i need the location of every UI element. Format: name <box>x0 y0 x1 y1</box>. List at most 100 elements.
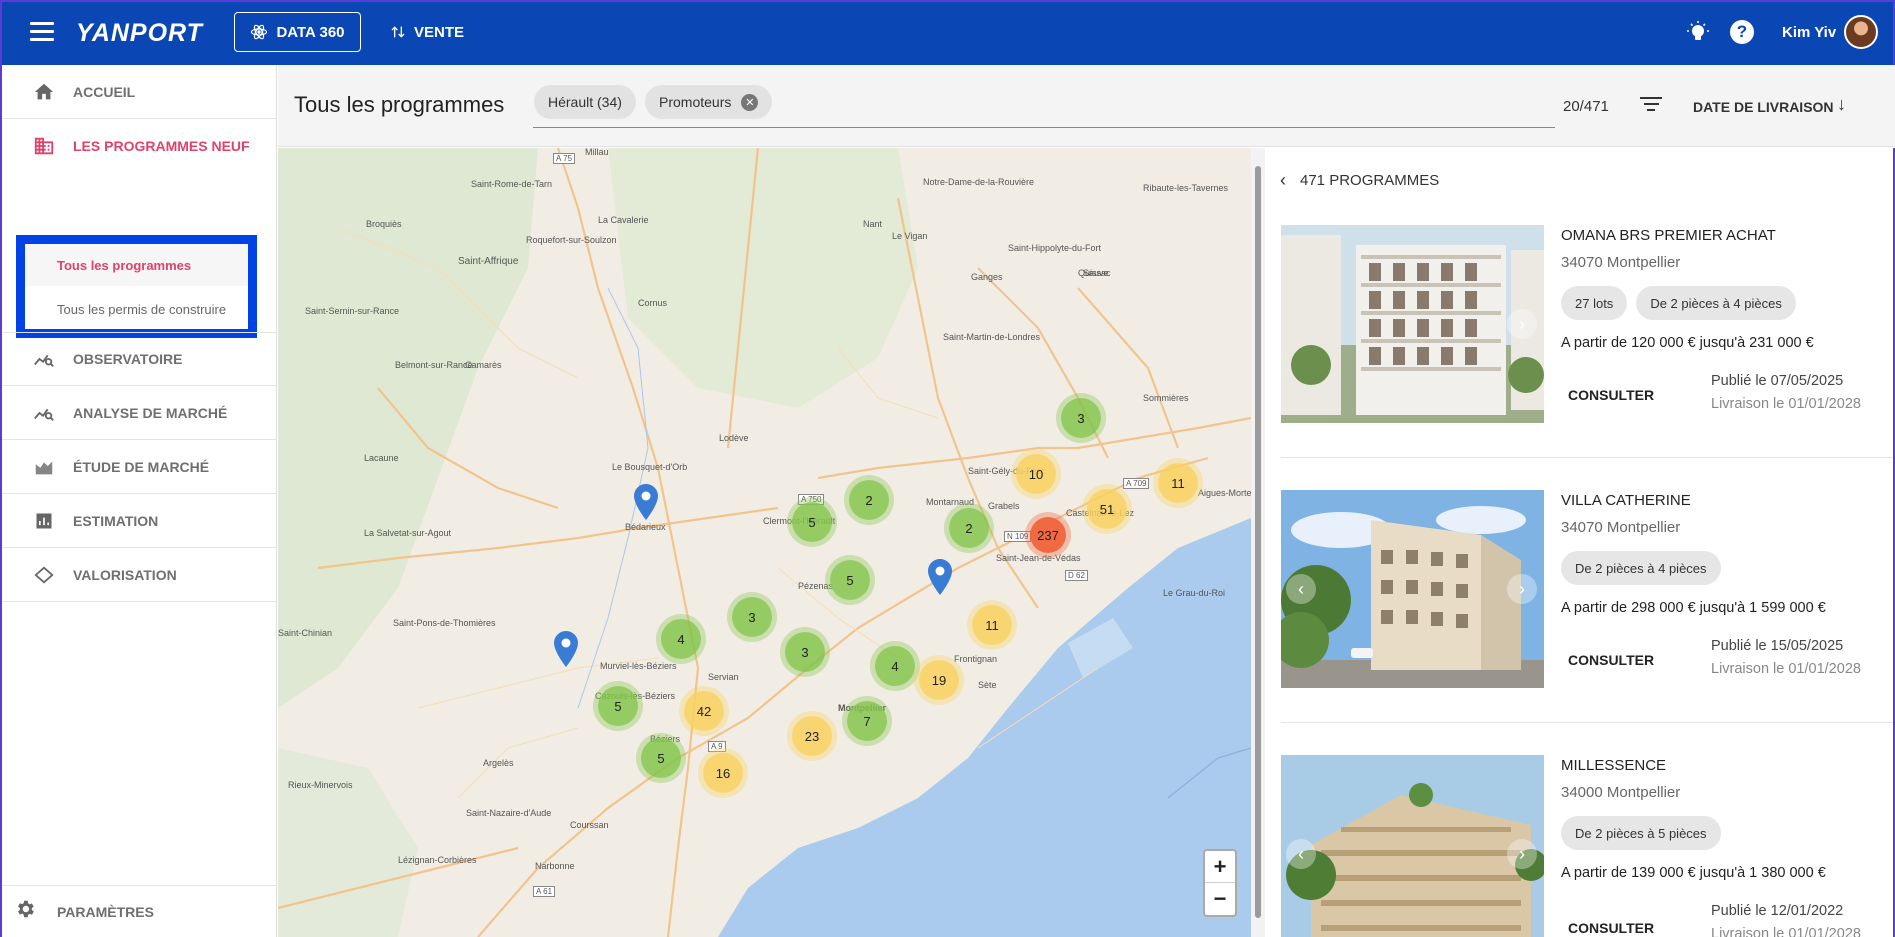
data360-label: DATA 360 <box>276 23 345 41</box>
map-cluster[interactable]: 16 <box>703 753 743 793</box>
data360-button[interactable]: DATA 360 <box>234 12 361 52</box>
divider <box>1281 722 1893 723</box>
road-badge: A 75 <box>553 153 576 164</box>
sidebar-item-estimation[interactable]: ESTIMATION <box>2 494 277 548</box>
map-label: Broquiès <box>366 219 402 229</box>
chevron-left-icon[interactable]: ‹ <box>1286 839 1316 869</box>
filter-input-underline[interactable] <box>533 127 1555 128</box>
sidebar: ACCUEIL LES PROGRAMMES NEUF Tous les pro… <box>0 65 277 937</box>
map-cluster[interactable]: 7 <box>847 701 887 741</box>
zoom-in-button[interactable]: + <box>1205 851 1235 883</box>
chevron-right-icon[interactable]: › <box>1507 309 1537 339</box>
road-badge: A 709 <box>1123 478 1150 489</box>
sidebar-item-label: ÉTUDE DE MARCHÉ <box>73 458 210 475</box>
divider <box>1281 457 1893 458</box>
filter-chip-promoteurs[interactable]: Promoteurs ✕ <box>645 85 773 119</box>
map-pin-icon[interactable] <box>928 559 952 595</box>
map-cluster[interactable]: 51 <box>1087 489 1127 529</box>
submenu-item-tous-programmes[interactable]: Tous les programmes <box>25 244 248 286</box>
map-label: Millau <box>585 148 609 157</box>
lightbulb-icon[interactable] <box>1685 19 1711 45</box>
program-title[interactable]: MILLESSENCE <box>1561 757 1666 774</box>
map-label: Lacaune <box>364 453 399 463</box>
chevron-left-icon[interactable]: ‹ <box>1286 574 1316 604</box>
map-label: Le Bousquet-d'Orb <box>612 462 688 472</box>
app-logo[interactable]: YANPORT <box>76 19 203 48</box>
chevron-left-icon[interactable]: ‹ <box>1280 170 1286 191</box>
sort-label[interactable]: DATE DE LIVRAISON <box>1693 99 1834 115</box>
map-label: Sauve <box>1083 268 1109 278</box>
filter-chip-herault[interactable]: Hérault (34) <box>534 85 636 119</box>
map-cluster[interactable]: 237 <box>1030 517 1066 553</box>
map[interactable]: Millau Saint-Rome-de-Tarn Broquiès La Ca… <box>278 148 1251 937</box>
map-cluster[interactable]: 10 <box>1016 454 1056 494</box>
sidebar-item-analyse-marche[interactable]: ANALYSE DE MARCHÉ <box>2 386 277 440</box>
map-cluster[interactable]: 11 <box>972 605 1012 645</box>
road-badge: A 9 <box>708 741 726 752</box>
zoom-out-button[interactable]: − <box>1205 883 1235 915</box>
sidebar-item-etude-marche[interactable]: ÉTUDE DE MARCHÉ <box>2 440 277 494</box>
map-cluster[interactable]: 5 <box>598 686 638 726</box>
map-label: Grabels <box>988 501 1020 511</box>
sidebar-item-accueil[interactable]: ACCUEIL <box>2 65 277 119</box>
settings-item[interactable]: PARAMÈTRES <box>2 885 277 937</box>
map-label: La Cavalerie <box>598 215 649 225</box>
sidebar-item-programmes-neuf[interactable]: LES PROGRAMMES NEUF <box>2 119 277 173</box>
consult-button[interactable]: CONSULTER <box>1568 920 1654 936</box>
map-cluster[interactable]: 19 <box>919 660 959 700</box>
close-icon[interactable]: ✕ <box>741 93 759 111</box>
map-cluster[interactable]: 5 <box>830 560 870 600</box>
map-label: Rieux-Minervois <box>288 780 353 790</box>
published-date: Publié le 07/05/2025 <box>1711 373 1844 389</box>
menu-icon[interactable] <box>30 22 54 42</box>
map-cluster[interactable]: 3 <box>785 632 825 672</box>
program-photo[interactable] <box>1281 225 1544 423</box>
program-photo[interactable] <box>1281 755 1544 937</box>
program-title[interactable]: VILLA CATHERINE <box>1561 492 1691 509</box>
consult-button[interactable]: CONSULTER <box>1568 652 1654 668</box>
map-cluster[interactable]: 4 <box>661 619 701 659</box>
map-label: Montarnaud <box>926 497 975 507</box>
map-cluster[interactable]: 23 <box>792 716 832 756</box>
filter-icon[interactable] <box>1640 97 1662 115</box>
map-cluster[interactable]: 3 <box>732 597 772 637</box>
map-cluster[interactable]: 4 <box>875 646 915 686</box>
arrow-down-icon[interactable]: ↓ <box>1837 94 1846 115</box>
map-label: Aigues-Mortes <box>1198 488 1251 498</box>
results-panel: ‹ 471 PROGRAMMES › OMANA BRS PREMIER ACH… <box>1266 148 1895 937</box>
avatar[interactable] <box>1844 15 1878 49</box>
map-cluster[interactable]: 2 <box>849 480 889 520</box>
help-button[interactable]: ? <box>1729 19 1755 45</box>
map-cluster[interactable]: 11 <box>1158 463 1198 503</box>
program-photo[interactable] <box>1281 490 1544 688</box>
map-pin-icon[interactable] <box>554 631 578 667</box>
map-pin-icon[interactable] <box>634 484 658 520</box>
map-cluster[interactable]: 3 <box>1061 398 1101 438</box>
map-label: Murviel-lès-Béziers <box>600 661 677 671</box>
sidebar-item-observatoire[interactable]: OBSERVATOIRE <box>2 332 277 386</box>
program-card[interactable]: › OMANA BRS PREMIER ACHAT 34070 Montpell… <box>1281 225 1893 458</box>
program-card[interactable]: ‹ › MILLESSENCE 34000 Montpellier De 2 p… <box>1281 755 1881 937</box>
sidebar-item-label: ANALYSE DE MARCHÉ <box>73 404 228 421</box>
scrollbar-thumb[interactable] <box>1255 166 1261 918</box>
sidebar-item-valorisation[interactable]: VALORISATION <box>2 548 277 602</box>
consult-button[interactable]: CONSULTER <box>1568 387 1654 403</box>
map-label: Le Vigan <box>892 231 928 241</box>
map-label: Narbonne <box>535 861 575 871</box>
chevron-right-icon[interactable]: › <box>1507 839 1537 869</box>
chevron-right-icon[interactable]: › <box>1507 574 1537 604</box>
map-cluster[interactable]: 42 <box>684 691 724 731</box>
program-card[interactable]: ‹ › VILLA CATHERINE 34070 Montpellier De… <box>1281 490 1893 723</box>
gear-icon <box>14 898 36 925</box>
map-cluster[interactable]: 5 <box>641 738 681 778</box>
program-title[interactable]: OMANA BRS PREMIER ACHAT <box>1561 227 1776 244</box>
submenu-item-permis-construire[interactable]: Tous les permis de construire <box>25 288 248 330</box>
map-label: La Salvetat-sur-Agout <box>364 528 452 538</box>
map-label: Saint-Affrique <box>458 256 519 267</box>
vente-button[interactable]: VENTE <box>390 12 464 52</box>
map-cluster[interactable]: 2 <box>949 508 989 548</box>
scrollbar[interactable] <box>1251 148 1265 937</box>
map-cluster[interactable]: 5 <box>792 502 832 542</box>
sidebar-item-label: ACCUEIL <box>73 83 136 100</box>
user-name[interactable]: Kim Yiv <box>1782 24 1836 41</box>
